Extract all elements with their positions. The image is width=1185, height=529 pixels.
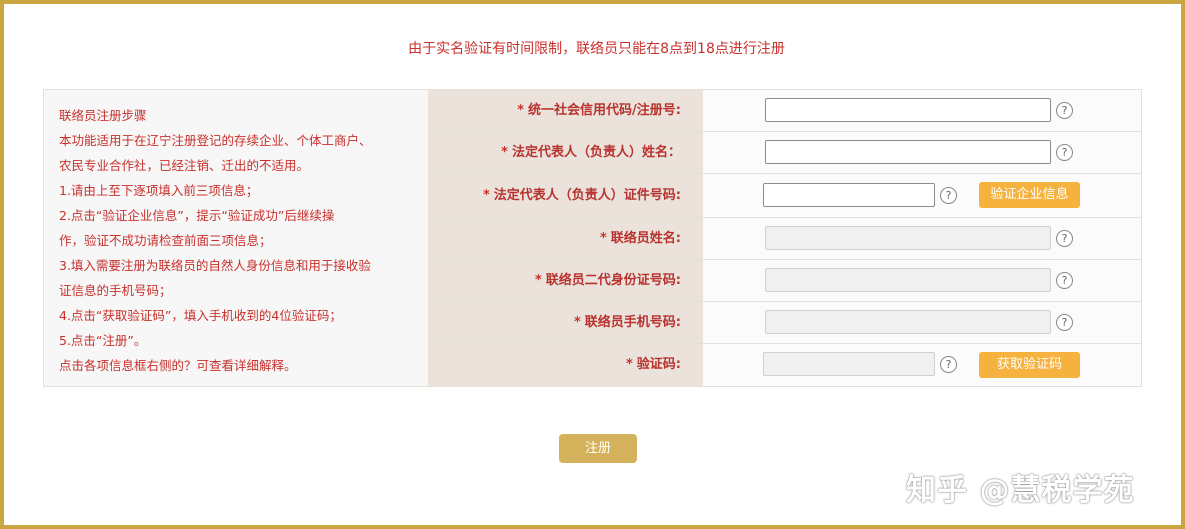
verification-code-label: * 验证码: [428, 344, 703, 385]
credit-code-label-text: 统一社会信用代码/注册号: [528, 103, 681, 118]
instructions-panel: 联络员注册步骤 本功能适用于在辽宁注册登记的存续企业、个体工商户、 农民专业合作… [44, 90, 428, 386]
verification-code-field-cell: ? 获取验证码 [703, 344, 1141, 386]
liaison-phone-field-cell: ? [703, 302, 1141, 343]
liaison-id-field-cell: ? [703, 260, 1141, 301]
legal-rep-id-input[interactable] [763, 183, 935, 207]
help-icon[interactable]: ? [1056, 314, 1073, 331]
registration-form: 联络员注册步骤 本功能适用于在辽宁注册登记的存续企业、个体工商户、 农民专业合作… [43, 89, 1142, 387]
instructions-line: 农民专业合作社，已经注销、迁出的不适用。 [59, 158, 310, 173]
credit-code-input[interactable] [765, 98, 1051, 122]
page-frame: 由于实名验证有时间限制，联络员只能在8点到18点进行注册 联络员注册步骤 本功能… [0, 0, 1185, 529]
verification-code-label-text: 验证码: [636, 357, 681, 372]
credit-code-label: * 统一社会信用代码/注册号: [428, 90, 703, 131]
instructions-line: 作，验证不成功请检查前面三项信息； [59, 233, 272, 248]
row-credit-code: * 统一社会信用代码/注册号: ? [428, 90, 1141, 132]
instructions-line: 3.填入需要注册为联络员的自然人身份信息和用于接收验 [59, 258, 371, 273]
register-button[interactable]: 注册 [559, 434, 637, 463]
help-icon[interactable]: ? [940, 356, 957, 373]
verify-enterprise-button[interactable]: 验证企业信息 [979, 182, 1080, 208]
help-icon[interactable]: ? [1056, 272, 1073, 289]
legal-rep-id-label-text: 法定代表人（负责人）证件号码: [493, 188, 681, 203]
row-liaison-name: * 联络员姓名: ? [428, 218, 1141, 260]
instructions-title: 联络员注册步骤 [59, 108, 147, 123]
help-icon[interactable]: ? [1056, 230, 1073, 247]
liaison-name-label-text: 联络员姓名: [610, 231, 681, 246]
liaison-phone-label: * 联络员手机号码: [428, 302, 703, 343]
row-liaison-phone: * 联络员手机号码: ? [428, 302, 1141, 344]
liaison-id-label-text: 联络员二代身份证号码: [545, 273, 681, 288]
liaison-name-input[interactable] [765, 226, 1051, 250]
legal-rep-name-label: * 法定代表人（负责人）姓名： [428, 132, 703, 173]
help-icon[interactable]: ? [940, 187, 957, 204]
legal-rep-id-field-cell: ? 验证企业信息 [703, 174, 1141, 217]
row-legal-rep-id: * 法定代表人（负责人）证件号码: ? 验证企业信息 [428, 174, 1141, 218]
help-icon[interactable]: ? [1056, 144, 1073, 161]
get-verification-code-button[interactable]: 获取验证码 [979, 352, 1080, 378]
liaison-name-label: * 联络员姓名: [428, 218, 703, 259]
required-star: * [517, 103, 525, 118]
required-star: * [573, 315, 581, 330]
instructions-line: 证信息的手机号码； [59, 283, 172, 298]
zhihu-watermark: 知乎 @慧税学苑 [906, 473, 1135, 508]
liaison-phone-input[interactable] [765, 310, 1051, 334]
liaison-id-input[interactable] [765, 268, 1051, 292]
row-legal-rep-name: * 法定代表人（负责人）姓名： ? [428, 132, 1141, 174]
instructions-line: 本功能适用于在辽宁注册登记的存续企业、个体工商户、 [59, 133, 372, 148]
required-star: * [501, 145, 508, 160]
help-icon[interactable]: ? [1056, 102, 1073, 119]
verification-code-input[interactable] [763, 352, 935, 376]
credit-code-field-cell: ? [703, 90, 1141, 131]
instructions-line: 1.请由上至下逐项填入前三项信息； [59, 183, 259, 198]
required-star: * [625, 357, 633, 372]
instructions-line: 5.点击“注册”。 [59, 333, 147, 348]
instructions-line: 4.点击“获取验证码”，填入手机收到的4位验证码； [59, 308, 342, 323]
liaison-phone-label-text: 联络员手机号码: [584, 315, 681, 330]
required-star: * [482, 188, 490, 203]
required-star: * [534, 273, 542, 288]
row-liaison-id: * 联络员二代身份证号码: ? [428, 260, 1141, 302]
instructions-line: 点击各项信息框右侧的？可查看详细解释。 [59, 358, 297, 373]
liaison-id-label: * 联络员二代身份证号码: [428, 260, 703, 301]
time-limit-notice: 由于实名验证有时间限制，联络员只能在8点到18点进行注册 [408, 41, 785, 57]
row-verification-code: * 验证码: ? 获取验证码 [428, 344, 1141, 386]
required-star: * [599, 231, 607, 246]
instructions-line: 2.点击“验证企业信息”，提示“验证成功”后继续操 [59, 208, 335, 223]
legal-rep-name-field-cell: ? [703, 132, 1141, 173]
legal-rep-name-label-text: 法定代表人（负责人）姓名： [511, 145, 681, 160]
legal-rep-name-input[interactable] [765, 140, 1051, 164]
legal-rep-id-label: * 法定代表人（负责人）证件号码: [428, 174, 703, 217]
liaison-name-field-cell: ? [703, 218, 1141, 259]
